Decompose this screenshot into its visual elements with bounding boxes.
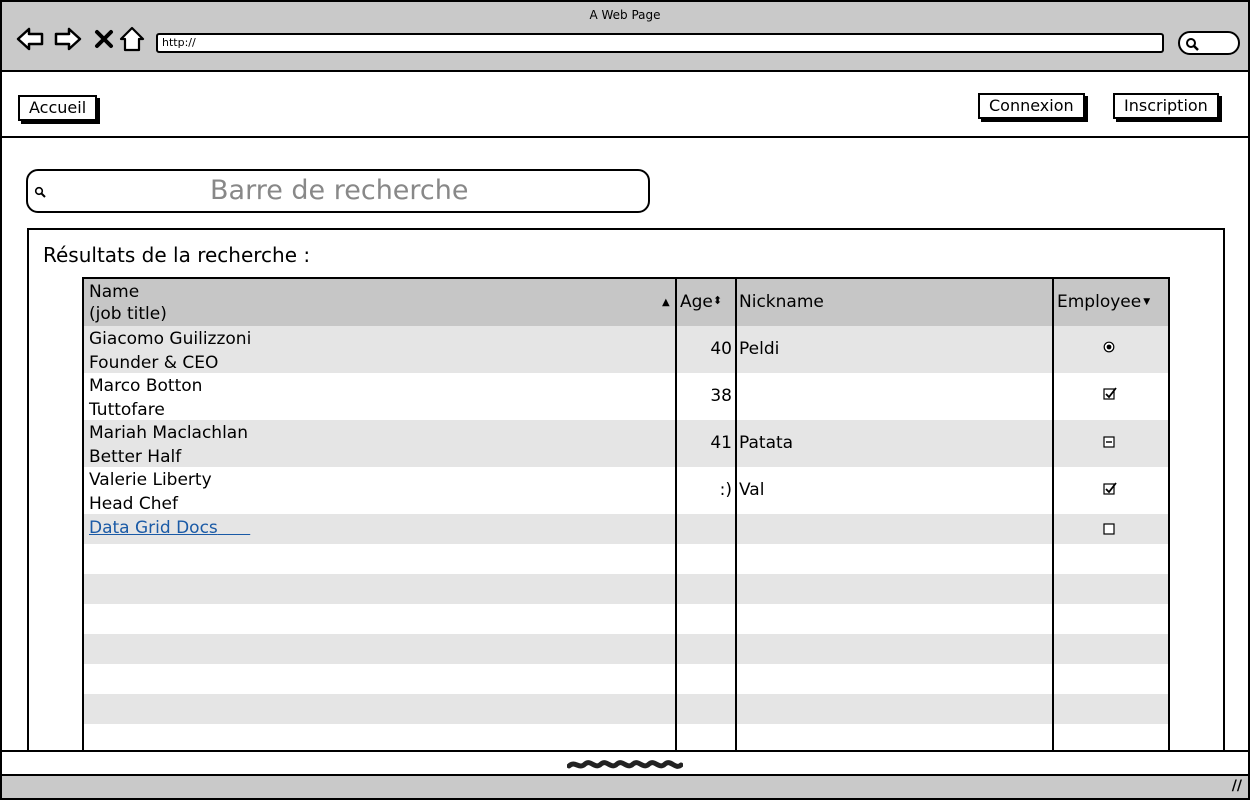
site-header: Accueil Connexion Inscription bbox=[2, 72, 1248, 138]
empty-row bbox=[84, 634, 1168, 664]
checkbox-checked-icon[interactable] bbox=[1103, 387, 1117, 405]
row-age: 40 bbox=[710, 339, 732, 359]
dropdown-arrow-icon[interactable]: ▼ bbox=[1143, 297, 1150, 307]
column-header-employee[interactable]: Employee ▼ bbox=[1057, 292, 1150, 312]
row-name-cell: Giacomo Guilizzoni Founder & CEO bbox=[89, 327, 251, 375]
checkbox-checked-icon[interactable] bbox=[1103, 482, 1117, 500]
row-job-title: Tuttofare bbox=[89, 400, 165, 420]
results-grid: Name (job title) ▲ Age⬍ Nickname Employe… bbox=[82, 277, 1170, 752]
row-name-cell: Mariah Maclachlan Better Half bbox=[89, 421, 248, 469]
table-row[interactable]: Data Grid Docs bbox=[84, 514, 1168, 544]
row-age: 38 bbox=[710, 386, 732, 406]
row-age: :) bbox=[719, 480, 732, 500]
column-divider bbox=[1052, 279, 1054, 750]
search-icon bbox=[1185, 36, 1199, 55]
signup-button[interactable]: Inscription bbox=[1113, 93, 1219, 119]
search-placeholder: Barre de recherche bbox=[210, 175, 469, 206]
url-bar[interactable]: http:// bbox=[156, 33, 1164, 53]
empty-row bbox=[84, 574, 1168, 604]
close-icon[interactable] bbox=[90, 26, 118, 52]
table-row[interactable]: Valerie Liberty Head Chef :) Val bbox=[84, 467, 1168, 514]
row-age: 41 bbox=[710, 433, 732, 453]
browser-toolbar: A Web Page http:// bbox=[2, 2, 1248, 72]
footer-scribble bbox=[567, 760, 683, 769]
empty-row bbox=[84, 664, 1168, 694]
column-header-age[interactable]: Age⬍ bbox=[680, 292, 722, 312]
row-name: Giacomo Guilizzoni bbox=[89, 329, 252, 349]
row-job-title: Better Half bbox=[89, 447, 182, 467]
row-nickname: Val bbox=[739, 480, 765, 500]
row-name: Marco Botton bbox=[89, 376, 203, 396]
row-job-title: Head Chef bbox=[89, 494, 178, 514]
column-header-nickname[interactable]: Nickname bbox=[739, 292, 824, 312]
row-nickname: Patata bbox=[739, 433, 794, 453]
checkbox-indeterminate-icon[interactable] bbox=[1103, 436, 1115, 452]
row-name-cell: Marco Botton Tuttofare bbox=[89, 374, 202, 422]
home-icon[interactable] bbox=[118, 26, 146, 52]
empty-row bbox=[84, 724, 1168, 750]
column-header-name-label: Name bbox=[89, 282, 140, 302]
checkbox-unchecked-icon[interactable] bbox=[1103, 523, 1115, 539]
column-divider bbox=[675, 279, 677, 750]
empty-row bbox=[84, 694, 1168, 724]
row-nickname: Peldi bbox=[739, 339, 780, 359]
empty-row bbox=[84, 544, 1168, 574]
row-job-title: Founder & CEO bbox=[89, 353, 219, 373]
forward-arrow-icon[interactable] bbox=[54, 26, 82, 52]
back-arrow-icon[interactable] bbox=[16, 26, 44, 52]
column-header-job-label: (job title) bbox=[89, 304, 167, 324]
empty-row bbox=[84, 604, 1168, 634]
status-bar: // bbox=[2, 776, 1248, 798]
radio-selected-icon[interactable] bbox=[1103, 341, 1115, 357]
column-header-employee-label: Employee bbox=[1057, 292, 1142, 312]
column-divider bbox=[735, 279, 737, 750]
column-header-name[interactable]: Name (job title) bbox=[89, 281, 167, 325]
search-icon bbox=[34, 183, 46, 202]
browser-window: A Web Page http:// Accueil Connexion Ins… bbox=[0, 0, 1250, 800]
resize-grip-icon[interactable]: // bbox=[1232, 778, 1242, 794]
page-footer bbox=[2, 750, 1248, 776]
sort-ascending-icon[interactable]: ▲ bbox=[662, 297, 670, 308]
table-row[interactable]: Marco Botton Tuttofare 38 bbox=[84, 373, 1168, 420]
row-name-cell: Valerie Liberty Head Chef bbox=[89, 468, 212, 516]
browser-search-field[interactable] bbox=[1178, 31, 1240, 55]
login-button[interactable]: Connexion bbox=[978, 93, 1085, 119]
table-row[interactable]: Mariah Maclachlan Better Half 41 Patata bbox=[84, 420, 1168, 467]
row-name: Valerie Liberty bbox=[89, 470, 212, 490]
data-grid-docs-link[interactable]: Data Grid Docs bbox=[89, 518, 250, 538]
table-row[interactable]: Giacomo Guilizzoni Founder & CEO 40 Peld… bbox=[84, 326, 1168, 373]
home-button[interactable]: Accueil bbox=[18, 95, 98, 121]
results-title: Résultats de la recherche : bbox=[43, 243, 311, 267]
grid-header: Name (job title) ▲ Age⬍ Nickname Employe… bbox=[84, 279, 1168, 326]
page-title: A Web Page bbox=[589, 8, 661, 22]
data-grid-docs-link-label: Data Grid Docs bbox=[89, 518, 218, 538]
column-header-age-label: Age bbox=[680, 292, 713, 312]
row-name: Mariah Maclachlan bbox=[89, 423, 249, 443]
sort-toggle-icon[interactable]: ⬍ bbox=[713, 294, 722, 307]
search-input[interactable]: Barre de recherche bbox=[26, 169, 650, 213]
